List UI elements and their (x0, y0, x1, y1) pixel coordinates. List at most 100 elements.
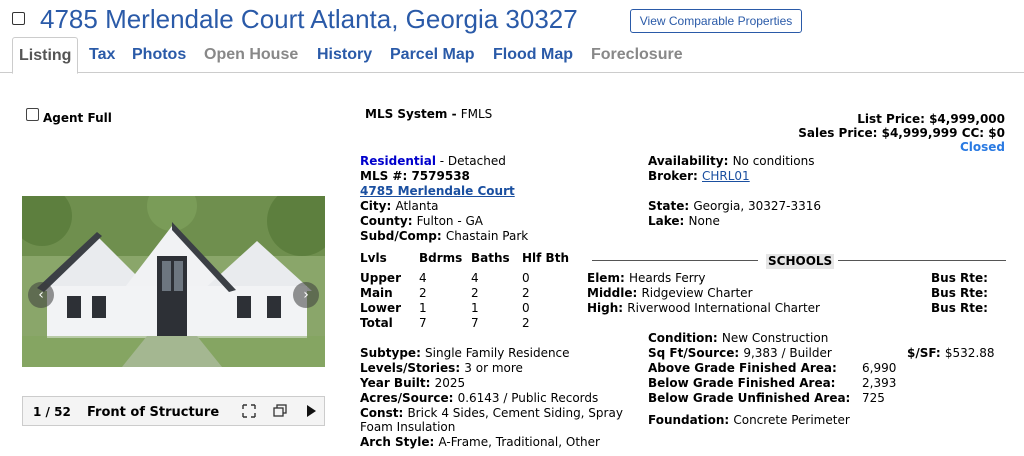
levels-cell: 1 (471, 301, 479, 315)
levels-cell: 2 (419, 286, 427, 300)
mls-number-value: 7579538 (411, 169, 470, 183)
levels-cell: 7 (471, 316, 479, 330)
arch-style-label: Arch Style: (360, 435, 439, 449)
tab-tax[interactable]: Tax (89, 37, 115, 73)
bus-route-label: Bus Rte: (931, 286, 988, 300)
availability-value: No conditions (732, 154, 815, 168)
levels-cell: 0 (522, 271, 530, 285)
list-price-label: List Price: (857, 112, 930, 126)
construction-cont: Foam Insulation (360, 420, 456, 434)
condition-value: New Construction (721, 331, 829, 345)
city: City: Atlanta (360, 199, 439, 214)
construction-value: Brick 4 Sides, Cement Siding, Spray (407, 406, 623, 420)
property-type-value: Residential (360, 154, 436, 168)
foundation-value: Concrete Perimeter (733, 413, 850, 427)
subdivision-label: Subd/Comp: (360, 229, 446, 243)
list-price-value: $4,999,000 (929, 112, 1005, 126)
school-label: High: (587, 301, 628, 315)
prev-photo-icon[interactable]: ‹ (28, 282, 54, 308)
photo-caption: Front of Structure (87, 405, 220, 420)
tab-history[interactable]: History (317, 37, 372, 73)
levels-row-label: Main (360, 286, 393, 300)
price-per-sqft-value: $532.88 (944, 346, 995, 360)
below-grade-label: Below Grade Finished Area: (648, 376, 836, 390)
levels-stories-value: 3 or more (464, 361, 523, 375)
school-middle: Middle: Ridgeview Charter (587, 286, 753, 301)
broker: Broker: CHRL01 (648, 169, 750, 184)
agent-full-label: Agent Full (43, 111, 112, 125)
county-label: County: (360, 214, 417, 228)
subtype-label: Subtype: (360, 346, 426, 360)
condition-label: Condition: (648, 331, 722, 345)
tab-foreclosure: Foreclosure (591, 46, 683, 63)
state: State: Georgia, 30327-3316 (648, 199, 821, 214)
construction: Const: Brick 4 Sides, Cement Siding, Spr… (360, 406, 623, 421)
lake: Lake: None (648, 214, 720, 229)
levels-header-bdrms: Bdrms (419, 251, 463, 265)
levels-stories: Levels/Stories: 3 or more (360, 361, 523, 376)
house-image (22, 196, 325, 367)
levels-cell: 4 (471, 271, 479, 285)
tab-parcel-map[interactable]: Parcel Map (390, 37, 474, 73)
tab-photos[interactable]: Photos (132, 37, 186, 73)
year-built: Year Built: 2025 (360, 376, 465, 391)
bus-route-label: Bus Rte: (931, 301, 988, 315)
school-value: Heards Ferry (628, 271, 706, 285)
tab-flood-map[interactable]: Flood Map (493, 37, 573, 73)
school-high: High: Riverwood International Charter (587, 301, 820, 316)
above-grade-value: 6,990 (862, 361, 897, 375)
levels-cell: 2 (522, 316, 530, 330)
mls-number-label: MLS #: (360, 169, 412, 183)
property-photo[interactable]: ‹ › (22, 196, 325, 367)
photo-counter: 1 / 52 (33, 405, 71, 419)
subdivision: Subd/Comp: Chastain Park (360, 229, 528, 244)
agent-full-checkbox[interactable] (26, 108, 39, 121)
school-elem: Elem: Heards Ferry (587, 271, 706, 286)
play-icon[interactable] (303, 403, 319, 419)
sales-price: Sales Price: $4,999,999 CC: $0 (798, 126, 1005, 141)
next-photo-icon[interactable]: › (293, 282, 319, 308)
school-value: Ridgeview Charter (641, 286, 753, 300)
acres: Acres/Source: 0.6143 / Public Records (360, 391, 598, 406)
subdivision-value: Chastain Park (445, 229, 529, 243)
mls-number: MLS #: 7579538 (360, 169, 470, 184)
price-per-sqft-label: $/SF: (907, 346, 945, 360)
acres-value: 0.6143 / Public Records (457, 391, 599, 405)
state-value: Georgia, 30327-3316 (693, 199, 822, 213)
levels-header-baths: Baths (471, 251, 510, 265)
broker-label: Broker: (648, 169, 702, 183)
levels-row-label: Lower (360, 301, 402, 315)
tab-listing[interactable]: Listing (12, 37, 79, 74)
cc-value: $0 (988, 126, 1005, 140)
subtype: Subtype: Single Family Residence (360, 346, 570, 361)
school-value: Riverwood International Charter (627, 301, 820, 315)
header-checkbox[interactable] (12, 12, 25, 25)
tab-open-house: Open House (204, 46, 299, 63)
subtype-value: Single Family Residence (425, 346, 570, 360)
foundation-label: Foundation: (648, 413, 734, 427)
view-comparable-button[interactable]: View Comparable Properties (630, 9, 802, 33)
year-built-label: Year Built: (360, 376, 435, 390)
levels-cell: 4 (419, 271, 427, 285)
bus-route-label: Bus Rte: (931, 271, 988, 285)
status-badge: Closed (959, 140, 1005, 154)
levels-cell: 2 (522, 286, 530, 300)
availability: Availability: No conditions (648, 154, 814, 169)
expand-icon[interactable] (241, 403, 257, 419)
sqft: Sq Ft/Source: 9,383 / Builder (648, 346, 832, 361)
schools-divider-right (838, 260, 1006, 261)
mls-system: MLS System - FMLS (365, 107, 492, 122)
availability-label: Availability: (648, 154, 733, 168)
address-link[interactable]: 4785 Merlendale Court (360, 184, 515, 199)
foundation: Foundation: Concrete Perimeter (648, 413, 850, 428)
lake-label: Lake: (648, 214, 689, 228)
levels-row-label: Upper (360, 271, 401, 285)
county: County: Fulton - GA (360, 214, 483, 229)
city-value: Atlanta (395, 199, 439, 213)
levels-stories-label: Levels/Stories: (360, 361, 465, 375)
broker-link[interactable]: CHRL01 (702, 169, 750, 183)
levels-header-hlfbth: Hlf Bth (522, 251, 569, 265)
construction-label: Const: (360, 406, 408, 420)
copy-icon[interactable] (272, 403, 288, 419)
below-grade-value: 2,393 (862, 376, 897, 390)
